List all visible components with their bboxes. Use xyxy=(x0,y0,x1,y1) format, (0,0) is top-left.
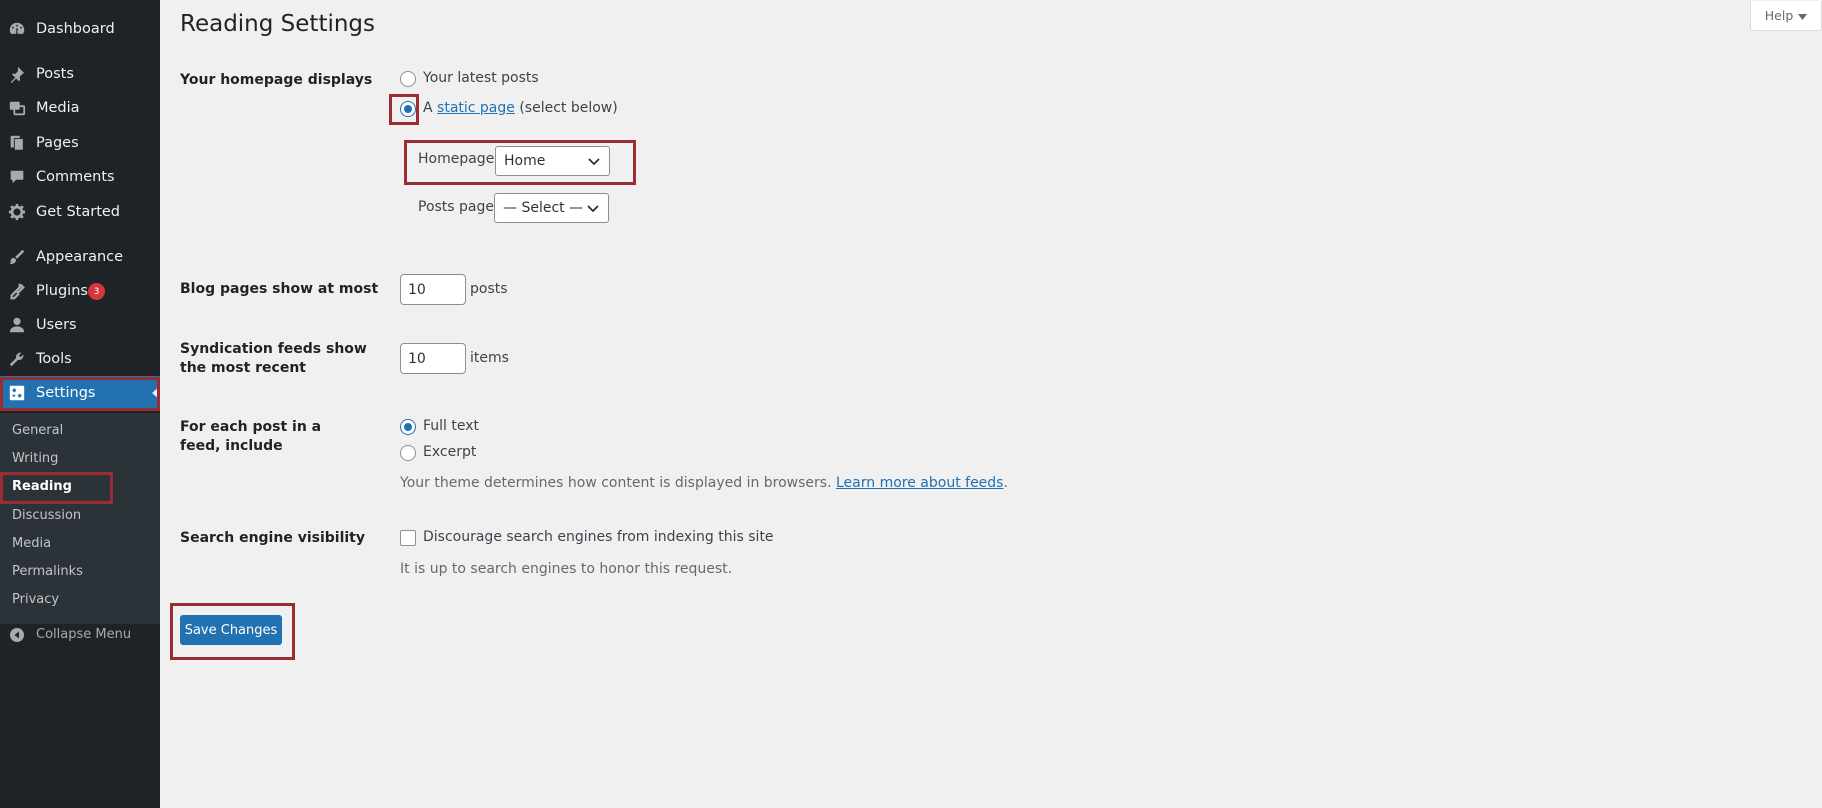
posts-page-select-value: — Select — xyxy=(503,200,584,216)
comments-icon xyxy=(8,168,26,186)
learn-more-feeds-link[interactable]: Learn more about feeds xyxy=(836,475,1003,491)
syndication-input[interactable] xyxy=(400,343,466,374)
feed-include-label: For each post in a feed, include xyxy=(180,419,322,454)
settings-submenu: General Writing Reading Discussion Media… xyxy=(0,413,160,624)
caret-down-icon xyxy=(1798,8,1808,23)
sidebar-item-label: Settings xyxy=(36,385,96,401)
save-changes-button[interactable]: Save Changes xyxy=(180,615,282,645)
submenu-item-general[interactable]: General xyxy=(12,423,63,438)
radio-latest-posts-label: Your latest posts xyxy=(423,70,539,86)
sidebar-item-label: Dashboard xyxy=(36,21,115,37)
submenu-item-media[interactable]: Media xyxy=(12,536,51,551)
radio-static-page[interactable] xyxy=(400,101,416,117)
sidebar-item-settings[interactable]: Settings xyxy=(0,376,160,410)
pin-icon xyxy=(8,65,26,83)
homepage-select-label: Homepage: xyxy=(418,151,500,167)
radio-full-text[interactable] xyxy=(400,419,416,435)
syndication-unit: items xyxy=(470,350,509,366)
sidebar-item-label: Tools xyxy=(36,351,72,367)
help-button[interactable]: Help xyxy=(1750,1,1822,31)
radio-static-page-label: A static page (select below) xyxy=(423,100,618,116)
search-visibility-desc: It is up to search engines to honor this… xyxy=(400,561,733,577)
radio-latest-posts[interactable] xyxy=(400,71,416,87)
sidebar-item-dashboard[interactable]: Dashboard xyxy=(0,12,160,46)
homepage-select-value: Home xyxy=(504,153,546,169)
submenu-item-permalinks[interactable]: Permalinks xyxy=(12,564,83,579)
collapse-menu-button[interactable]: Collapse Menu xyxy=(0,624,160,646)
wrench-icon xyxy=(8,350,26,368)
sidebar-item-label: Pages xyxy=(36,135,79,151)
posts-page-select[interactable]: — Select — xyxy=(494,193,609,223)
sidebar-item-get-started[interactable]: Get Started xyxy=(0,195,160,229)
collapse-menu-label: Collapse Menu xyxy=(36,627,132,642)
homepage-displays-label: Your homepage displays xyxy=(180,72,373,88)
static-page-link[interactable]: static page xyxy=(437,100,515,116)
sidebar-item-label: Media xyxy=(36,100,80,116)
discourage-search-label: Discourage search engines from indexing … xyxy=(423,529,774,545)
submenu-item-discussion[interactable]: Discussion xyxy=(12,508,81,523)
sidebar-item-comments[interactable]: Comments xyxy=(0,160,160,194)
feed-desc-text: Your theme determines how content is dis… xyxy=(400,475,832,491)
user-icon xyxy=(8,316,26,334)
static-prefix: A xyxy=(423,100,433,116)
help-label: Help xyxy=(1764,8,1794,23)
sidebar-item-label: Comments xyxy=(36,169,115,185)
active-menu-arrow xyxy=(152,386,160,400)
collapse-icon xyxy=(9,627,25,647)
radio-excerpt-label: Excerpt xyxy=(423,444,477,460)
sidebar-item-label: Users xyxy=(36,317,77,333)
discourage-search-checkbox[interactable] xyxy=(400,530,416,546)
sidebar-item-users[interactable]: Users xyxy=(0,308,160,342)
submenu-item-writing[interactable]: Writing xyxy=(12,451,58,466)
submenu-item-privacy[interactable]: Privacy xyxy=(12,592,59,607)
media-icon xyxy=(8,99,26,117)
blog-pages-label: Blog pages show at most xyxy=(180,281,379,297)
sidebar-item-label: Get Started xyxy=(36,204,120,220)
gear-icon xyxy=(8,203,26,221)
pages-icon xyxy=(8,134,26,152)
plug-icon xyxy=(8,282,26,300)
sidebar-item-media[interactable]: Media xyxy=(0,91,160,125)
submenu-item-reading[interactable]: Reading xyxy=(12,479,72,494)
sidebar-item-label: Plugins xyxy=(36,283,88,299)
search-visibility-label: Search engine visibility xyxy=(180,530,365,546)
feed-description: Your theme determines how content is dis… xyxy=(400,475,1008,491)
radio-excerpt[interactable] xyxy=(400,445,416,461)
dashboard-icon xyxy=(8,20,26,38)
main-content: Help Reading Settings Your homepage disp… xyxy=(160,0,1822,808)
feed-desc-suffix: . xyxy=(1003,475,1008,491)
homepage-select[interactable]: Home xyxy=(495,146,610,176)
admin-sidebar: Dashboard Posts Media Pages Comments Get… xyxy=(0,0,160,808)
sidebar-item-tools[interactable]: Tools xyxy=(0,342,160,376)
blog-pages-unit: posts xyxy=(470,281,508,297)
sidebar-item-posts[interactable]: Posts xyxy=(0,57,160,91)
sidebar-item-pages[interactable]: Pages xyxy=(0,126,160,160)
sidebar-item-appearance[interactable]: Appearance xyxy=(0,240,160,274)
posts-page-select-label: Posts page: xyxy=(418,199,499,215)
static-suffix: (select below) xyxy=(519,100,618,116)
sidebar-item-label: Posts xyxy=(36,66,74,82)
chevron-down-icon xyxy=(587,154,601,172)
sidebar-item-label: Appearance xyxy=(36,249,124,265)
chevron-down-icon xyxy=(586,201,600,219)
settings-icon xyxy=(8,384,26,402)
plugins-update-badge: 3 xyxy=(88,283,105,300)
blog-pages-input[interactable] xyxy=(400,274,466,305)
paintbrush-icon xyxy=(8,248,26,266)
syndication-label: Syndication feeds show the most recent xyxy=(180,341,367,376)
page-title: Reading Settings xyxy=(180,11,376,37)
radio-full-text-label: Full text xyxy=(423,418,480,434)
sidebar-item-plugins[interactable]: Plugins 3 xyxy=(0,274,160,308)
